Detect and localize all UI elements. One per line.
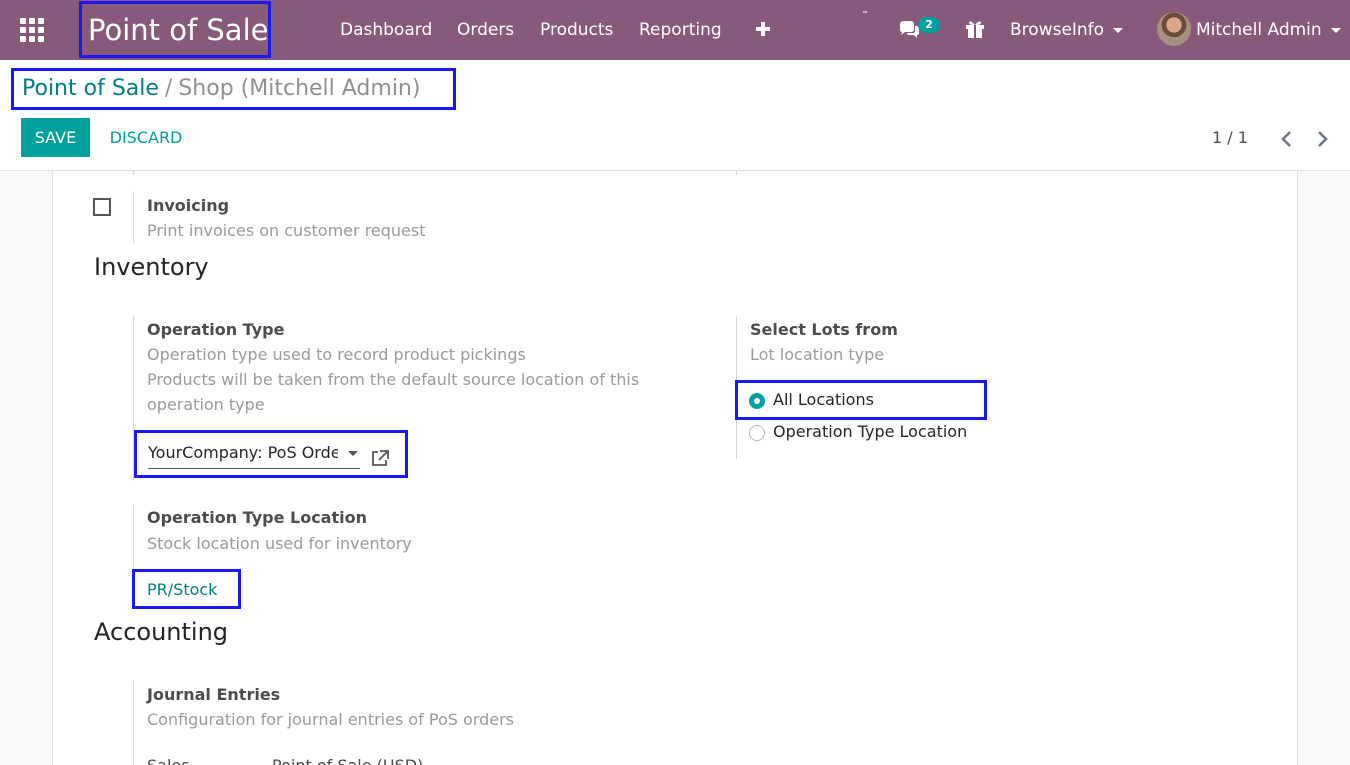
operation-type-select[interactable]: YourCompany: PoS Orders [148, 442, 360, 469]
user-name: Mitchell Admin [1196, 20, 1322, 40]
messages-badge: 2 [918, 17, 940, 33]
save-button[interactable]: SAVE [21, 118, 90, 157]
all-locations-option: All Locations [735, 380, 987, 420]
operation-type-location-label: Operation Type Location [147, 508, 367, 527]
journal-entries-help: Configuration for journal entries of PoS… [147, 710, 514, 729]
breadcrumb-current: Shop (Mitchell Admin) [178, 76, 421, 101]
journal-entries-label: Journal Entries [147, 685, 281, 704]
chevron-down-icon [348, 451, 358, 456]
invoicing-help: Print invoices on customer request [147, 221, 426, 240]
invoicing-checkbox[interactable] [93, 198, 111, 216]
invoicing-label: Invoicing [147, 196, 230, 215]
app-title[interactable]: Point of Sale [79, 1, 271, 58]
external-link-icon[interactable] [370, 449, 390, 467]
top-navbar: Point of Sale Dashboard Orders Products … [0, 0, 1350, 60]
pager-value: 1 / 1 [1212, 128, 1248, 147]
stock-location-link[interactable]: PR/Stock [147, 580, 217, 599]
operation-type-location-radio[interactable] [749, 425, 765, 441]
company-switcher[interactable]: BrowseInfo [1010, 0, 1124, 60]
menu-dashboard[interactable]: Dashboard [340, 0, 432, 60]
all-locations-radio[interactable] [749, 393, 765, 409]
all-locations-label[interactable]: All Locations [773, 390, 874, 409]
menu-orders[interactable]: Orders [457, 0, 514, 60]
breadcrumb: Point of Sale / Shop (Mitchell Admin) [11, 68, 456, 110]
operation-type-location-help: Stock location used for inventory [147, 534, 412, 553]
company-name: BrowseInfo [1010, 20, 1105, 40]
user-menu[interactable]: Mitchell Admin [1196, 0, 1341, 60]
menu-products[interactable]: Products [540, 0, 613, 60]
gift-icon[interactable] [964, 19, 986, 39]
chevron-left-icon[interactable] [1278, 129, 1296, 149]
chevron-down-icon [1330, 27, 1341, 33]
plus-icon[interactable] [755, 20, 771, 38]
operation-type-value: YourCompany: PoS Orders [148, 443, 338, 462]
operation-type-location-option-label[interactable]: Operation Type Location [773, 422, 967, 441]
divider [736, 171, 737, 175]
divider [133, 681, 134, 765]
operation-type-help-2: Products will be taken from the default … [147, 370, 640, 414]
select-lots-help: Lot location type [750, 345, 885, 364]
control-panel: Point of Sale / Shop (Mitchell Admin) SAVE… [0, 60, 1350, 171]
chat-icon[interactable] [898, 20, 920, 40]
chevron-right-icon[interactable] [1313, 129, 1331, 149]
operation-type-help: Operation type used to record product pi… [147, 345, 526, 364]
select-lots-label: Select Lots from [750, 320, 898, 339]
inventory-section-title: Inventory [94, 253, 209, 281]
tilde-icon: ˜ [862, 10, 868, 24]
accounting-section-title: Accounting [94, 618, 229, 646]
operation-type-location-field: PR/Stock [132, 569, 241, 609]
apps-menu-icon[interactable] [20, 18, 44, 42]
discard-button[interactable]: DISCARD [100, 118, 192, 157]
menu-reporting[interactable]: Reporting [639, 0, 722, 60]
sales-journal-value[interactable]: Point of Sale (USD) [272, 756, 423, 765]
operation-type-label: Operation Type [147, 320, 285, 339]
operation-type-field: YourCompany: PoS Orders [134, 430, 408, 478]
chevron-down-icon [1113, 27, 1124, 33]
avatar[interactable] [1157, 12, 1191, 46]
breadcrumb-parent[interactable]: Point of Sale [22, 76, 159, 101]
form-sheet: Invoicing Print invoices on customer req… [52, 171, 1298, 765]
divider [133, 171, 134, 175]
divider [133, 191, 134, 243]
breadcrumb-separator: / [164, 76, 173, 101]
sales-journal-label: Sales [147, 756, 190, 765]
